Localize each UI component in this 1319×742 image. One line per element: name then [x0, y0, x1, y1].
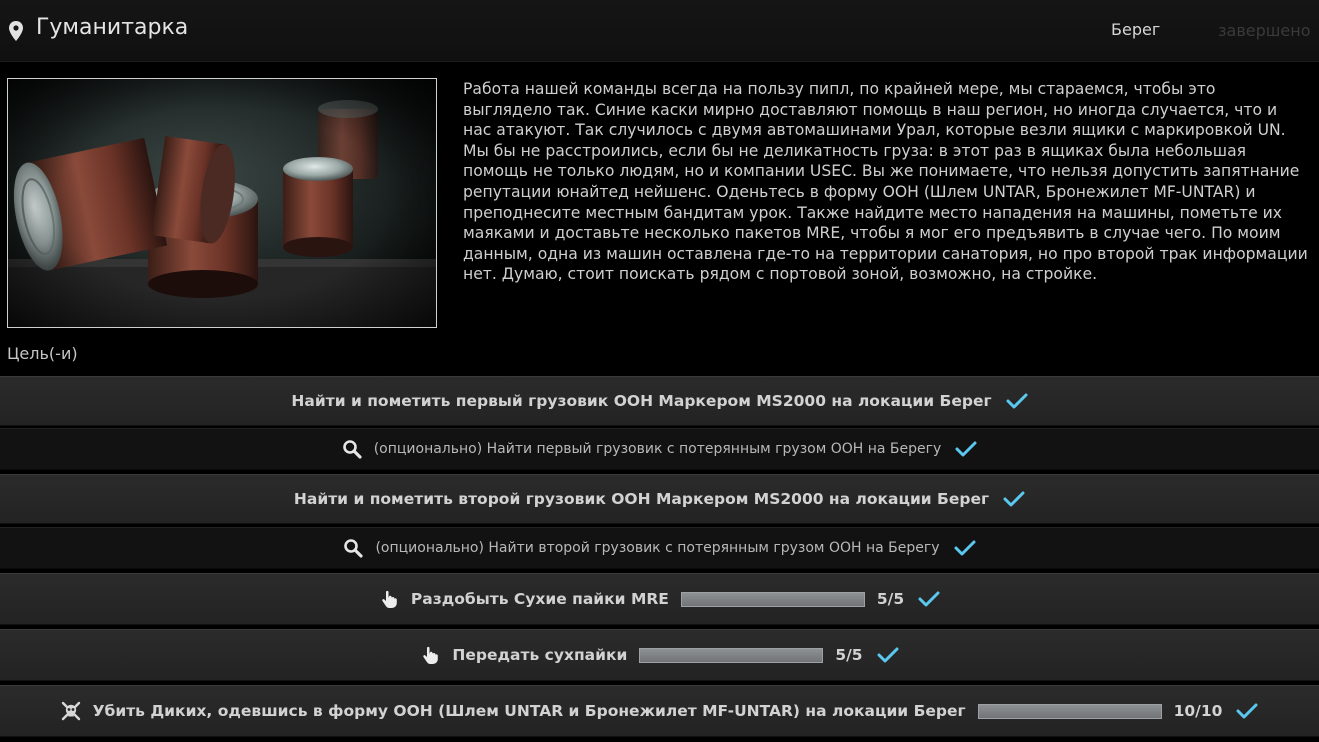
progress-fill: [640, 648, 823, 662]
checkmark-icon: [918, 591, 940, 607]
progress-fill: [978, 704, 1161, 718]
progress-bar: [639, 647, 824, 663]
skull-crossbones-icon: [61, 701, 80, 721]
objective-text: (опционально) Найти второй грузовик с по…: [375, 540, 940, 556]
objective-row-optional: (опционально) Найти второй грузовик с по…: [0, 527, 1319, 569]
quest-image: [7, 78, 437, 328]
objectives-label: Цель(-и): [7, 344, 78, 363]
objective-row: Найти и пометить первый грузовик ООН Мар…: [0, 376, 1319, 426]
quest-title: Гуманитарка: [36, 15, 189, 40]
quest-location: Берег: [1111, 20, 1161, 39]
objective-row: Убить Диких, одевшись в форму ООН (Шлем …: [0, 685, 1319, 737]
search-icon: [342, 440, 362, 459]
quest-screen: Гуманитарка Берег завершено Работа нашей…: [0, 0, 1319, 742]
quest-header: Гуманитарка Берег завершено: [0, 0, 1319, 62]
progress-bar: [977, 703, 1162, 719]
hand-pointer-icon: [423, 646, 439, 664]
objective-row: Раздобыть Сухие пайки MRE 5/5: [0, 573, 1319, 625]
progress-fill: [681, 592, 864, 606]
checkmark-icon: [877, 647, 899, 663]
objective-text: Найти и пометить первый грузовик ООН Мар…: [291, 392, 992, 410]
objective-text: (опционально) Найти первый грузовик с по…: [373, 441, 942, 457]
objective-text: Убить Диких, одевшись в форму ООН (Шлем …: [92, 702, 966, 720]
checkmark-icon: [954, 540, 976, 556]
objective-text: Раздобыть Сухие пайки MRE: [410, 590, 669, 608]
map-pin-icon: [9, 21, 23, 41]
objective-row-optional: (опционально) Найти первый грузовик с по…: [0, 428, 1319, 470]
checkmark-icon: [1003, 491, 1025, 507]
checkmark-icon: [1006, 393, 1028, 409]
objective-text: Передать сухпайки: [452, 646, 628, 664]
checkmark-icon: [955, 441, 977, 457]
progress-bar: [680, 591, 865, 607]
quest-description: Работа нашей команды всегда на пользу пи…: [463, 80, 1308, 284]
objective-text: Найти и пометить второй грузовик ООН Мар…: [293, 490, 990, 508]
objective-row: Найти и пометить второй грузовик ООН Мар…: [0, 474, 1319, 524]
progress-count: 10/10: [1173, 702, 1223, 720]
search-icon: [344, 539, 364, 558]
progress-count: 5/5: [876, 590, 905, 608]
quest-status: завершено: [1218, 21, 1311, 40]
hand-pointer-icon: [382, 590, 397, 608]
progress-count: 5/5: [835, 646, 863, 664]
objective-row: Передать сухпайки 5/5: [0, 629, 1319, 681]
checkmark-icon: [1236, 703, 1258, 719]
